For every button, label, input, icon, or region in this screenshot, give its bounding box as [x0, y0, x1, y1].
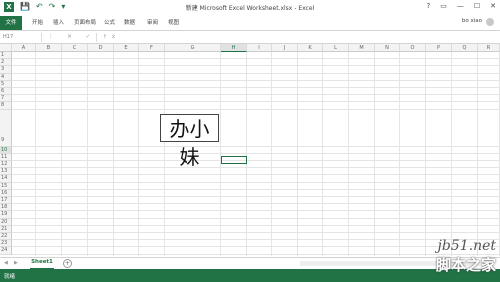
- column-header-H[interactable]: H: [221, 44, 247, 52]
- grid-row-line: [12, 232, 500, 233]
- column-header-L[interactable]: L: [323, 44, 349, 52]
- column-header-G[interactable]: G: [165, 44, 221, 52]
- column-header-C[interactable]: C: [62, 44, 88, 52]
- row-header-18[interactable]: 18: [0, 204, 12, 212]
- grid-row-line: [12, 181, 500, 183]
- column-header-O[interactable]: O: [400, 44, 426, 52]
- column-header-D[interactable]: D: [88, 44, 114, 52]
- tab-formulas[interactable]: 公式: [104, 18, 115, 26]
- column-header-E[interactable]: E: [114, 44, 139, 52]
- column-header-B[interactable]: B: [36, 44, 62, 52]
- row-header-20[interactable]: 20: [0, 218, 12, 226]
- grid-row-line: [12, 87, 500, 88]
- column-header-I[interactable]: I: [247, 44, 272, 52]
- column-header-A[interactable]: A: [12, 44, 36, 52]
- ribbon-display-button[interactable]: ▭: [440, 2, 447, 10]
- grid-row-line: [12, 217, 500, 219]
- user-name[interactable]: bo xiao: [462, 18, 482, 24]
- window-controls: ? ▭ — ☐ ✕: [427, 2, 497, 10]
- grid-row-line: [12, 174, 500, 176]
- minimize-button[interactable]: —: [457, 2, 464, 10]
- select-all-corner[interactable]: [0, 44, 12, 52]
- grid-row-line: [12, 224, 500, 226]
- tab-insert[interactable]: 插入: [53, 18, 64, 26]
- tab-view[interactable]: 视图: [168, 18, 179, 26]
- row-header-5[interactable]: 5: [0, 80, 12, 88]
- grid-row-line: [12, 167, 500, 169]
- sheet-prev-icon[interactable]: ◀: [4, 260, 8, 266]
- grid-row-line: [12, 203, 500, 205]
- grid-row-line: [12, 101, 500, 103]
- row-header-1[interactable]: 1: [0, 52, 12, 60]
- worksheet-grid[interactable]: ABCDEFGHIJKLMNOPQRS123456789101112131415…: [0, 44, 500, 256]
- active-cell-selection[interactable]: [221, 156, 247, 164]
- maximize-button[interactable]: ☐: [474, 2, 480, 10]
- help-button[interactable]: ?: [427, 2, 431, 10]
- grid-row-line: [12, 188, 500, 190]
- row-header-17[interactable]: 17: [0, 197, 12, 205]
- window-title: 新建 Microsoft Excel Worksheet.xlsx - Exce…: [185, 5, 315, 12]
- row-header-8[interactable]: 8: [0, 102, 12, 110]
- grid-row-line: [12, 152, 500, 154]
- column-header-F[interactable]: F: [139, 44, 165, 52]
- column-header-J[interactable]: J: [272, 44, 298, 52]
- avatar[interactable]: [486, 18, 494, 26]
- formula-input[interactable]: [96, 33, 492, 42]
- column-header-Q[interactable]: Q: [452, 44, 478, 52]
- row-header-21[interactable]: 21: [0, 225, 12, 233]
- tab-file[interactable]: 文件: [0, 16, 22, 30]
- column-header-P[interactable]: P: [426, 44, 452, 52]
- row-header-3[interactable]: 3: [0, 66, 12, 74]
- row-header-16[interactable]: 16: [0, 189, 12, 197]
- grid-row-line: [12, 210, 500, 212]
- row-header-22[interactable]: 22: [0, 233, 12, 241]
- grid-row-line: [12, 58, 500, 60]
- watermark-brand: 脚本之家: [435, 256, 496, 274]
- row-header-6[interactable]: 6: [0, 88, 12, 96]
- row-header-2[interactable]: 2: [0, 59, 12, 67]
- column-header-K[interactable]: K: [298, 44, 323, 52]
- grid-row-line: [12, 108, 500, 110]
- grid-row-line: [12, 72, 500, 74]
- sheet-next-icon[interactable]: ▶: [14, 260, 18, 266]
- add-sheet-button[interactable]: +: [63, 259, 72, 268]
- column-header-N[interactable]: N: [375, 44, 400, 52]
- tab-home[interactable]: 开始: [32, 18, 43, 26]
- tab-data[interactable]: 数据: [124, 18, 135, 26]
- grid-row-line: [12, 145, 500, 147]
- tab-page-layout[interactable]: 页面布局: [74, 18, 96, 26]
- name-box[interactable]: H17: [3, 33, 42, 42]
- row-header-10[interactable]: 10: [0, 146, 12, 154]
- row-header-7[interactable]: 7: [0, 95, 12, 103]
- grid-row-line: [12, 94, 500, 96]
- close-button[interactable]: ✕: [490, 2, 496, 10]
- row-header-19[interactable]: 19: [0, 211, 12, 219]
- formula-bar: H17 ⋮ ✕ ✓ fx: [0, 33, 500, 44]
- column-header-R[interactable]: R: [478, 44, 500, 52]
- grid-row-line: [12, 160, 500, 161]
- text-box-shape[interactable]: 办小妹: [160, 114, 219, 169]
- row-header-14[interactable]: 14: [0, 175, 12, 183]
- row-header-9[interactable]: 9: [0, 109, 12, 147]
- grid-row-line: [12, 65, 500, 67]
- row-header-13[interactable]: 13: [0, 168, 12, 176]
- grid-row-line: [12, 79, 500, 81]
- status-text: 就绪: [4, 274, 16, 280]
- grid-row-line: [12, 196, 500, 197]
- row-header-4[interactable]: 4: [0, 73, 12, 81]
- ribbon-tabs: 文件 开始 插入 页面布局 公式 数据 审阅 视图 bo xiao: [0, 16, 500, 31]
- row-header-12[interactable]: 12: [0, 161, 12, 169]
- watermark: jb51.net 脚本之家: [376, 238, 496, 282]
- column-header-M[interactable]: M: [349, 44, 375, 52]
- title-bar: X 💾 ↶ ↷ ▾ 新建 Microsoft Excel Worksheet.x…: [0, 0, 500, 16]
- row-header-24[interactable]: 24: [0, 247, 12, 255]
- row-header-11[interactable]: 11: [0, 153, 12, 161]
- row-header-15[interactable]: 15: [0, 182, 12, 190]
- row-header-23[interactable]: 23: [0, 240, 12, 248]
- tab-review[interactable]: 审阅: [147, 18, 158, 26]
- watermark-url: jb51.net: [437, 238, 497, 254]
